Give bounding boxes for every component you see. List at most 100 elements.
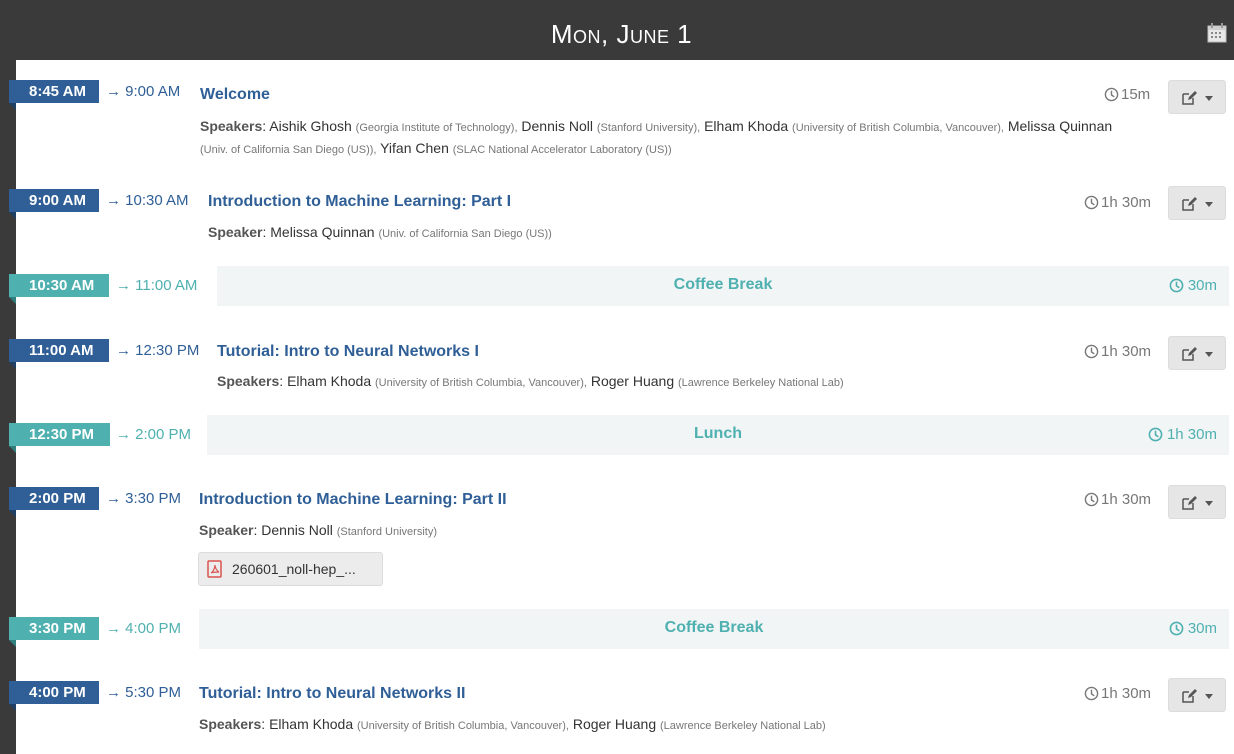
pdf-icon [207, 560, 222, 578]
attachment-button[interactable]: 260601_noll-hep_... [198, 552, 383, 586]
start-time: 9:00 AM [9, 189, 99, 219]
contribution-title[interactable]: Tutorial: Intro to Neural Networks I [217, 340, 479, 363]
duration-text: 15m [1121, 86, 1151, 103]
end-time: → 2:00 PM [116, 426, 192, 443]
speaker-name[interactable]: Roger Huang [573, 716, 656, 732]
edit-button[interactable] [1168, 336, 1226, 370]
duration-text: 30m [1187, 620, 1217, 637]
break-title: Lunch [694, 425, 742, 442]
duration: 1h 30m [1084, 488, 1151, 511]
clock-icon [1084, 686, 1099, 701]
clock-icon [1084, 492, 1099, 507]
end-time: → 11:00 AM [116, 277, 198, 294]
day-header: Mon, June 1 [9, 8, 1234, 60]
speaker-name[interactable]: Melissa Quinnan [1008, 118, 1112, 134]
speaker-name[interactable]: Melissa Quinnan [270, 224, 374, 240]
start-time: 3:30 PM [9, 617, 99, 647]
day-title: Mon, June 1 [550, 19, 693, 49]
speaker-affiliation: (Univ. of California San Diego (US)) [378, 228, 552, 240]
speaker-affiliation: (Lawrence Berkeley National Lab) [678, 377, 844, 389]
chevron-down-icon [1205, 202, 1213, 207]
speaker-name[interactable]: Elham Khoda [704, 118, 788, 134]
edit-button[interactable] [1168, 186, 1226, 220]
chevron-down-icon [1205, 694, 1213, 699]
clock-icon [1169, 621, 1184, 636]
edit-button[interactable] [1168, 678, 1226, 712]
chevron-down-icon [1205, 96, 1213, 101]
speaker-list: Speaker: Dennis Noll (Stanford Universit… [199, 522, 438, 538]
speaker-name[interactable]: Dennis Noll [261, 522, 333, 538]
contribution-title[interactable]: Introduction to Machine Learning: Part I [208, 190, 511, 213]
speaker-affiliation: (Stanford University), [596, 122, 701, 134]
speaker-name[interactable]: Dennis Noll [521, 118, 593, 134]
break-bar[interactable]: Lunch 1h 30m [207, 415, 1229, 455]
contribution-title[interactable]: Introduction to Machine Learning: Part I… [199, 488, 507, 511]
end-time: → 9:00 AM [106, 83, 181, 100]
start-time: 11:00 AM [9, 339, 109, 369]
speaker-affiliation: (University of British Columbia, Vancouv… [792, 122, 1004, 134]
clock-icon [1084, 344, 1099, 359]
speaker-affiliation: (Stanford University) [336, 526, 438, 538]
start-time: 4:00 PM [9, 681, 99, 711]
speaker-name[interactable]: Aishik Ghosh [269, 118, 351, 134]
attachment-filename: 260601_noll-hep_... [232, 561, 356, 577]
contribution-title[interactable]: Tutorial: Intro to Neural Networks II [199, 682, 465, 705]
speaker-name[interactable]: Roger Huang [591, 373, 674, 389]
speaker-affiliation: (Georgia Institute of Technology), [355, 122, 518, 134]
edit-button[interactable] [1168, 80, 1226, 114]
clock-icon [1148, 427, 1163, 442]
speaker-name[interactable]: Elham Khoda [287, 373, 371, 389]
speaker-affiliation: (Univ. of California San Diego (US)), [200, 144, 377, 156]
end-time: → 4:00 PM [106, 620, 182, 637]
edit-icon [1182, 689, 1197, 703]
start-time: 10:30 AM [9, 274, 109, 304]
end-time: → 12:30 PM [116, 342, 200, 359]
break-title: Coffee Break [673, 276, 773, 293]
speaker-affiliation: (Lawrence Berkeley National Lab) [660, 720, 826, 732]
speaker-affiliation: (University of British Columbia, Vancouv… [375, 377, 587, 389]
speaker-name[interactable]: Yifan Chen [380, 140, 449, 156]
speaker-list: Speakers: Aishik Ghosh (Georgia Institut… [200, 118, 1113, 156]
start-time: 8:45 AM [9, 80, 99, 110]
calendar-icon[interactable] [1206, 22, 1228, 44]
start-time: 12:30 PM [9, 423, 110, 453]
speaker-affiliation: (SLAC National Accelerator Laboratory (U… [452, 144, 672, 156]
break-duration: 1h 30m [1148, 415, 1217, 455]
edit-icon [1182, 496, 1197, 510]
contribution-title[interactable]: Welcome [200, 83, 270, 106]
end-time: → 5:30 PM [106, 684, 182, 701]
end-time: → 10:30 AM [106, 192, 189, 209]
duration: 1h 30m [1084, 682, 1151, 705]
end-time: → 3:30 PM [106, 490, 182, 507]
clock-icon [1104, 87, 1119, 102]
speakers-label: Speaker [199, 522, 254, 538]
duration: 1h 30m [1084, 340, 1151, 363]
duration-text: 30m [1187, 277, 1217, 294]
speakers-label: Speakers [200, 118, 263, 134]
left-border [9, 60, 16, 754]
start-time: 2:00 PM [9, 487, 99, 517]
timetable-content [16, 60, 1234, 754]
break-bar[interactable]: Coffee Break 30m [199, 609, 1229, 649]
speaker-list: Speakers: Elham Khoda (University of Bri… [199, 716, 826, 732]
clock-icon [1169, 278, 1184, 293]
edit-button[interactable] [1168, 485, 1226, 519]
break-title: Coffee Break [664, 619, 764, 636]
chevron-down-icon [1205, 501, 1213, 506]
edit-icon [1182, 347, 1197, 361]
edit-icon [1182, 91, 1197, 105]
duration-text: 1h 30m [1101, 194, 1152, 211]
edit-icon [1182, 197, 1197, 211]
duration: 1h 30m [1084, 191, 1151, 214]
break-bar[interactable]: Coffee Break 30m [217, 266, 1229, 306]
speaker-list: Speaker: Melissa Quinnan (Univ. of Calif… [208, 224, 552, 240]
speakers-label: Speakers [199, 716, 262, 732]
break-duration: 30m [1169, 609, 1217, 649]
duration-text: 1h 30m [1101, 343, 1152, 360]
duration-text: 1h 30m [1101, 491, 1152, 508]
speaker-name[interactable]: Elham Khoda [269, 716, 353, 732]
chevron-down-icon [1205, 352, 1213, 357]
clock-icon [1084, 195, 1099, 210]
duration: 15m [1104, 83, 1150, 106]
speakers-label: Speakers [217, 373, 280, 389]
